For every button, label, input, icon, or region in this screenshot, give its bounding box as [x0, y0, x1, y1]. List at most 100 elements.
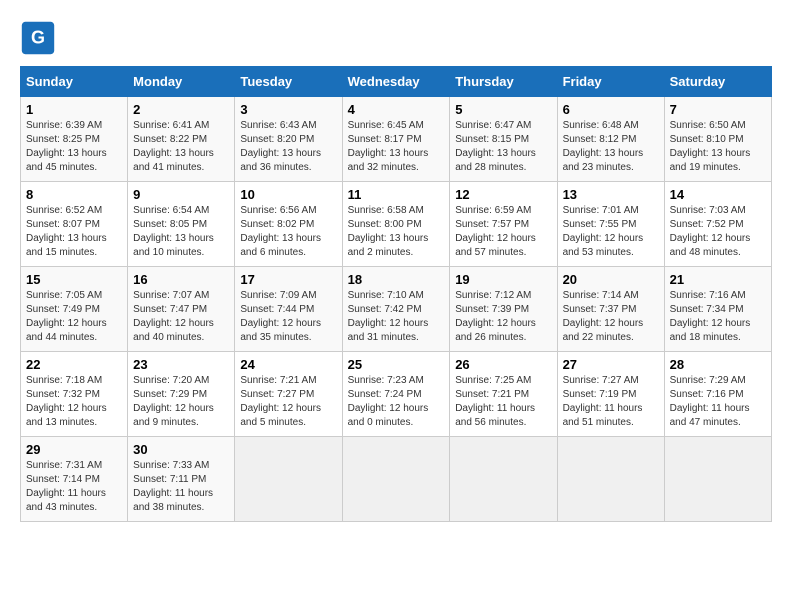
calendar-cell: 16 Sunrise: 7:07 AM Sunset: 7:47 PM Dayl… — [128, 267, 235, 352]
day-number: 24 — [240, 357, 336, 372]
day-info: Sunrise: 7:27 AM Sunset: 7:19 PM Dayligh… — [563, 374, 659, 430]
day-number: 10 — [240, 187, 336, 202]
day-info: Sunrise: 7:10 AM Sunset: 7:42 PM Dayligh… — [348, 289, 445, 345]
calendar-cell: 25 Sunrise: 7:23 AM Sunset: 7:24 PM Dayl… — [342, 352, 450, 437]
day-number: 27 — [563, 357, 659, 372]
day-info: Sunrise: 6:48 AM Sunset: 8:12 PM Dayligh… — [563, 119, 659, 175]
day-number: 26 — [455, 357, 551, 372]
day-number: 19 — [455, 272, 551, 287]
calendar-cell: 9 Sunrise: 6:54 AM Sunset: 8:05 PM Dayli… — [128, 182, 235, 267]
calendar-cell: 5 Sunrise: 6:47 AM Sunset: 8:15 PM Dayli… — [450, 97, 557, 182]
day-info: Sunrise: 6:58 AM Sunset: 8:00 PM Dayligh… — [348, 204, 445, 260]
day-number: 22 — [26, 357, 122, 372]
header-thursday: Thursday — [450, 67, 557, 97]
calendar-cell: 17 Sunrise: 7:09 AM Sunset: 7:44 PM Dayl… — [235, 267, 342, 352]
calendar-cell: 7 Sunrise: 6:50 AM Sunset: 8:10 PM Dayli… — [664, 97, 771, 182]
day-number: 5 — [455, 102, 551, 117]
day-number: 6 — [563, 102, 659, 117]
day-info: Sunrise: 7:12 AM Sunset: 7:39 PM Dayligh… — [455, 289, 551, 345]
day-info: Sunrise: 7:05 AM Sunset: 7:49 PM Dayligh… — [26, 289, 122, 345]
day-number: 23 — [133, 357, 229, 372]
calendar-cell — [450, 437, 557, 522]
calendar-cell: 18 Sunrise: 7:10 AM Sunset: 7:42 PM Dayl… — [342, 267, 450, 352]
day-info: Sunrise: 6:54 AM Sunset: 8:05 PM Dayligh… — [133, 204, 229, 260]
day-info: Sunrise: 7:16 AM Sunset: 7:34 PM Dayligh… — [670, 289, 766, 345]
day-number: 11 — [348, 187, 445, 202]
week-row-5: 29 Sunrise: 7:31 AM Sunset: 7:14 PM Dayl… — [21, 437, 772, 522]
day-info: Sunrise: 6:59 AM Sunset: 7:57 PM Dayligh… — [455, 204, 551, 260]
day-number: 3 — [240, 102, 336, 117]
day-info: Sunrise: 6:45 AM Sunset: 8:17 PM Dayligh… — [348, 119, 445, 175]
calendar-cell: 10 Sunrise: 6:56 AM Sunset: 8:02 PM Dayl… — [235, 182, 342, 267]
calendar-cell: 19 Sunrise: 7:12 AM Sunset: 7:39 PM Dayl… — [450, 267, 557, 352]
day-number: 30 — [133, 442, 229, 457]
day-number: 29 — [26, 442, 122, 457]
calendar-cell: 4 Sunrise: 6:45 AM Sunset: 8:17 PM Dayli… — [342, 97, 450, 182]
header-wednesday: Wednesday — [342, 67, 450, 97]
calendar-cell: 11 Sunrise: 6:58 AM Sunset: 8:00 PM Dayl… — [342, 182, 450, 267]
day-number: 7 — [670, 102, 766, 117]
day-info: Sunrise: 7:33 AM Sunset: 7:11 PM Dayligh… — [133, 459, 229, 515]
day-number: 15 — [26, 272, 122, 287]
calendar-cell: 15 Sunrise: 7:05 AM Sunset: 7:49 PM Dayl… — [21, 267, 128, 352]
day-info: Sunrise: 7:03 AM Sunset: 7:52 PM Dayligh… — [670, 204, 766, 260]
calendar-cell: 21 Sunrise: 7:16 AM Sunset: 7:34 PM Dayl… — [664, 267, 771, 352]
header-sunday: Sunday — [21, 67, 128, 97]
header-friday: Friday — [557, 67, 664, 97]
day-info: Sunrise: 6:56 AM Sunset: 8:02 PM Dayligh… — [240, 204, 336, 260]
day-number: 13 — [563, 187, 659, 202]
svg-text:G: G — [31, 27, 45, 47]
calendar-cell: 26 Sunrise: 7:25 AM Sunset: 7:21 PM Dayl… — [450, 352, 557, 437]
calendar-cell: 13 Sunrise: 7:01 AM Sunset: 7:55 PM Dayl… — [557, 182, 664, 267]
week-row-1: 1 Sunrise: 6:39 AM Sunset: 8:25 PM Dayli… — [21, 97, 772, 182]
header-tuesday: Tuesday — [235, 67, 342, 97]
day-info: Sunrise: 6:43 AM Sunset: 8:20 PM Dayligh… — [240, 119, 336, 175]
day-number: 21 — [670, 272, 766, 287]
page-header: G — [20, 20, 772, 56]
day-info: Sunrise: 6:39 AM Sunset: 8:25 PM Dayligh… — [26, 119, 122, 175]
header-saturday: Saturday — [664, 67, 771, 97]
calendar-cell: 28 Sunrise: 7:29 AM Sunset: 7:16 PM Dayl… — [664, 352, 771, 437]
week-row-3: 15 Sunrise: 7:05 AM Sunset: 7:49 PM Dayl… — [21, 267, 772, 352]
day-info: Sunrise: 7:23 AM Sunset: 7:24 PM Dayligh… — [348, 374, 445, 430]
day-number: 25 — [348, 357, 445, 372]
day-info: Sunrise: 7:29 AM Sunset: 7:16 PM Dayligh… — [670, 374, 766, 430]
day-number: 28 — [670, 357, 766, 372]
day-info: Sunrise: 6:52 AM Sunset: 8:07 PM Dayligh… — [26, 204, 122, 260]
calendar-cell: 6 Sunrise: 6:48 AM Sunset: 8:12 PM Dayli… — [557, 97, 664, 182]
calendar-cell: 20 Sunrise: 7:14 AM Sunset: 7:37 PM Dayl… — [557, 267, 664, 352]
day-number: 2 — [133, 102, 229, 117]
header-monday: Monday — [128, 67, 235, 97]
day-number: 16 — [133, 272, 229, 287]
days-header-row: SundayMondayTuesdayWednesdayThursdayFrid… — [21, 67, 772, 97]
day-info: Sunrise: 7:20 AM Sunset: 7:29 PM Dayligh… — [133, 374, 229, 430]
day-number: 4 — [348, 102, 445, 117]
day-number: 8 — [26, 187, 122, 202]
day-info: Sunrise: 7:01 AM Sunset: 7:55 PM Dayligh… — [563, 204, 659, 260]
calendar-cell — [235, 437, 342, 522]
calendar-cell: 12 Sunrise: 6:59 AM Sunset: 7:57 PM Dayl… — [450, 182, 557, 267]
calendar-cell: 29 Sunrise: 7:31 AM Sunset: 7:14 PM Dayl… — [21, 437, 128, 522]
calendar-cell: 22 Sunrise: 7:18 AM Sunset: 7:32 PM Dayl… — [21, 352, 128, 437]
day-number: 20 — [563, 272, 659, 287]
calendar-cell — [342, 437, 450, 522]
day-info: Sunrise: 6:50 AM Sunset: 8:10 PM Dayligh… — [670, 119, 766, 175]
week-row-4: 22 Sunrise: 7:18 AM Sunset: 7:32 PM Dayl… — [21, 352, 772, 437]
day-info: Sunrise: 7:07 AM Sunset: 7:47 PM Dayligh… — [133, 289, 229, 345]
calendar-cell: 24 Sunrise: 7:21 AM Sunset: 7:27 PM Dayl… — [235, 352, 342, 437]
day-number: 12 — [455, 187, 551, 202]
calendar-cell: 8 Sunrise: 6:52 AM Sunset: 8:07 PM Dayli… — [21, 182, 128, 267]
logo: G — [20, 20, 62, 56]
calendar-cell — [664, 437, 771, 522]
calendar-cell — [557, 437, 664, 522]
logo-icon: G — [20, 20, 56, 56]
calendar-cell: 14 Sunrise: 7:03 AM Sunset: 7:52 PM Dayl… — [664, 182, 771, 267]
calendar-cell: 30 Sunrise: 7:33 AM Sunset: 7:11 PM Dayl… — [128, 437, 235, 522]
calendar-cell: 23 Sunrise: 7:20 AM Sunset: 7:29 PM Dayl… — [128, 352, 235, 437]
day-info: Sunrise: 7:18 AM Sunset: 7:32 PM Dayligh… — [26, 374, 122, 430]
day-info: Sunrise: 7:21 AM Sunset: 7:27 PM Dayligh… — [240, 374, 336, 430]
day-info: Sunrise: 7:14 AM Sunset: 7:37 PM Dayligh… — [563, 289, 659, 345]
day-number: 14 — [670, 187, 766, 202]
day-number: 9 — [133, 187, 229, 202]
day-info: Sunrise: 6:41 AM Sunset: 8:22 PM Dayligh… — [133, 119, 229, 175]
